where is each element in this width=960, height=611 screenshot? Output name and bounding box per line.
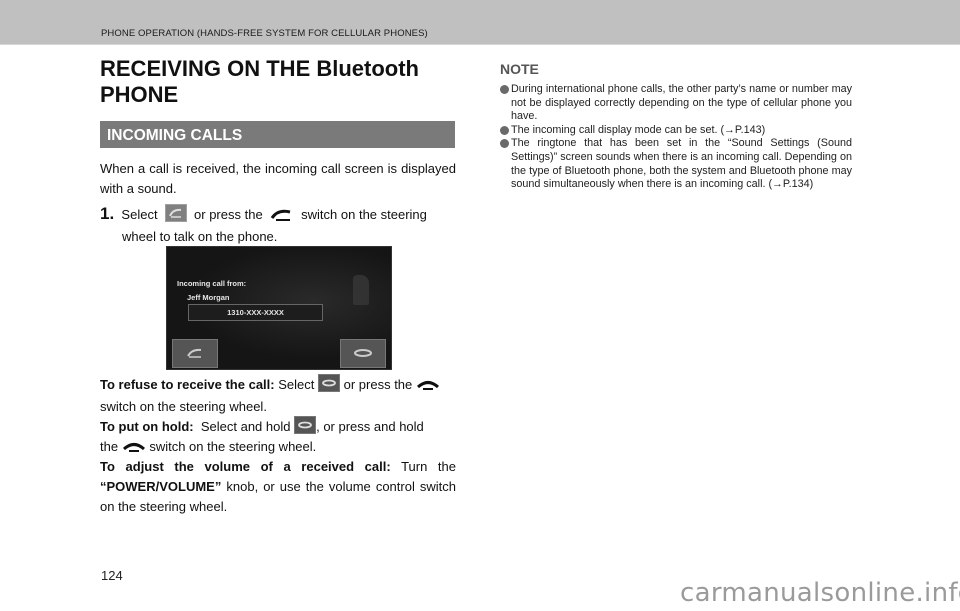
hold-text4: switch on the steering wheel.	[149, 439, 317, 454]
page-title-line1: RECEIVING ON THE Bluetooth	[100, 56, 419, 81]
volume-text1: Turn the	[401, 459, 456, 474]
step-line2: wheel to talk on the phone.	[122, 229, 278, 244]
note-item: The ringtone that has been set in the “S…	[500, 137, 852, 191]
note-item-text: During international phone calls, the ot…	[511, 83, 852, 123]
refuse-call-instruction: To refuse to receive the call: Select or…	[100, 374, 456, 417]
refuse-end: switch on the steering wheel.	[100, 399, 267, 414]
hold-text1: Select and hold	[200, 419, 291, 434]
steering-answer-switch-icon	[270, 207, 294, 227]
note-item: During international phone calls, the ot…	[500, 83, 852, 124]
hangup-button-icon	[318, 374, 340, 392]
note-title: NOTE	[500, 61, 539, 77]
hangup-button-icon	[294, 416, 317, 434]
caller-name: Jeff Morgan	[187, 293, 230, 302]
refuse-select: Select	[278, 377, 315, 392]
hangup-button[interactable]	[340, 339, 386, 368]
steering-hangup-switch-icon	[122, 439, 146, 459]
note-list: During international phone calls, the ot…	[500, 83, 852, 192]
running-header-title: PHONE OPERATION (HANDS-FREE SYSTEM FOR C…	[101, 28, 428, 39]
page-title: RECEIVING ON THE Bluetooth PHONE	[100, 56, 460, 108]
power-volume-knob-label: “POWER/VOLUME”	[100, 479, 222, 494]
note-item-text: The ringtone that has been set in the “S…	[511, 137, 852, 191]
phone-graphic	[353, 275, 369, 305]
step-1: 1. Select or press the switch on the ste…	[100, 204, 456, 247]
incoming-call-caption: Incoming call from:	[177, 279, 247, 288]
section-heading-bar: INCOMING CALLS	[100, 121, 455, 148]
running-header: PHONE OPERATION (HANDS-FREE SYSTEM FOR C…	[0, 0, 960, 45]
watermark: carmanualsonline.info	[680, 578, 960, 608]
page-title-line2: PHONE	[100, 82, 179, 107]
answer-button[interactable]	[172, 339, 218, 368]
step-text-mid: or press the	[194, 207, 263, 222]
refuse-lead: To refuse to receive the call:	[100, 377, 275, 392]
bullet-icon	[500, 139, 509, 149]
bullet-icon	[500, 125, 509, 135]
step-text-end: switch on the steering	[301, 207, 427, 222]
steering-hangup-switch-icon	[416, 377, 440, 397]
refuse-mid: or press the	[343, 377, 413, 392]
section-heading: INCOMING CALLS	[107, 127, 243, 144]
step-select-word: Select	[121, 207, 158, 222]
hold-text2: , or press and hold	[316, 419, 424, 434]
caller-number: 1310-XXX-XXXX	[188, 304, 323, 321]
intro-paragraph: When a call is received, the incoming ca…	[100, 161, 456, 196]
note-item: The incoming call display mode can be se…	[500, 124, 852, 138]
answer-button-icon	[164, 204, 187, 222]
volume-instruction: To adjust the volume of a received call:…	[100, 457, 456, 517]
hold-text3: the	[100, 439, 119, 454]
incoming-call-screen: Incoming call from: Jeff Morgan 1310-XXX…	[166, 246, 392, 370]
note-item-text: The incoming call display mode can be se…	[511, 123, 766, 136]
volume-lead: To adjust the volume of a received call:	[100, 459, 391, 474]
hold-lead: To put on hold:	[100, 419, 194, 434]
hold-call-instruction: To put on hold: Select and hold , or pre…	[100, 416, 456, 459]
page-number: 124	[101, 568, 123, 583]
step-number: 1.	[100, 204, 115, 223]
bullet-icon	[500, 85, 509, 94]
